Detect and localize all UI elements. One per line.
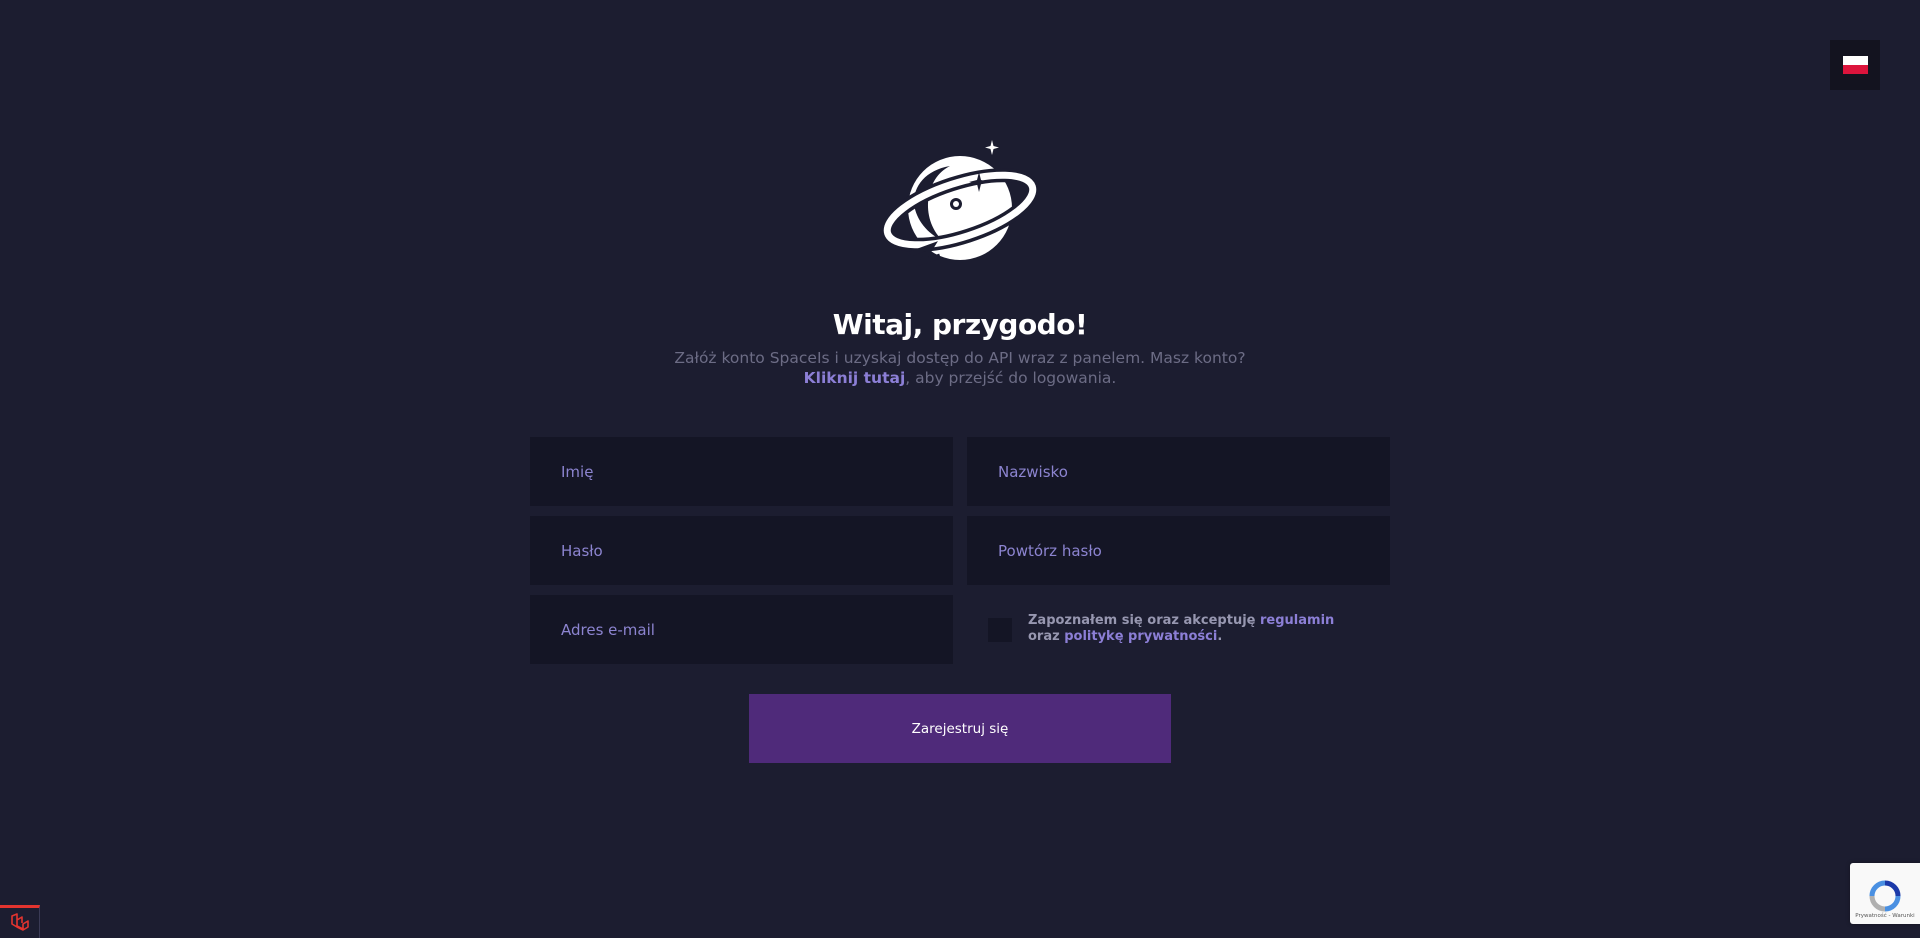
email-input[interactable] — [530, 595, 953, 664]
repeat-password-input[interactable] — [967, 516, 1390, 585]
recaptcha-icon — [1869, 880, 1901, 912]
flag-pl-icon — [1842, 56, 1868, 74]
laravel-debugbar-button[interactable] — [0, 905, 40, 938]
register-button[interactable]: Zarejestruj się — [749, 694, 1171, 763]
page-title: Witaj, przygodo! — [832, 308, 1088, 341]
subtitle-line-2-text: , aby przejść do logowania. — [905, 369, 1117, 387]
terms-text-after: . — [1217, 629, 1223, 644]
first-name-input[interactable] — [530, 437, 953, 506]
terms-label: Zapoznałem się oraz akceptuję regulamin … — [1028, 613, 1358, 645]
terms-text-middle: oraz — [1028, 629, 1065, 644]
terms-checkbox[interactable] — [988, 618, 1012, 642]
last-name-input[interactable] — [967, 437, 1390, 506]
subtitle-line-1: Załóż konto SpaceIs i uzyskaj dostęp do … — [674, 349, 1246, 367]
privacy-policy-link[interactable]: politykę prywatności — [1064, 629, 1217, 644]
terms-text-before: Zapoznałem się oraz akceptuję — [1028, 613, 1261, 628]
planet-astronaut-logo — [880, 140, 1040, 267]
page-subtitle: Załóż konto SpaceIs i uzyskaj dostęp do … — [0, 348, 1920, 388]
subtitle-line-2: Kliknij tutaj, aby przejść do logowania. — [0, 368, 1920, 388]
recaptcha-badge[interactable]: Prywatność - Warunki — [1850, 863, 1920, 924]
password-input[interactable] — [530, 516, 953, 585]
terms-link[interactable]: regulamin — [1260, 613, 1334, 628]
register-page: Witaj, przygodo! Załóż konto SpaceIs i u… — [0, 0, 1920, 938]
login-link[interactable]: Kliknij tutaj — [804, 369, 906, 387]
recaptcha-links[interactable]: Prywatność - Warunki — [1855, 913, 1914, 919]
laravel-icon — [10, 913, 29, 931]
language-switch-button[interactable] — [1830, 40, 1880, 90]
